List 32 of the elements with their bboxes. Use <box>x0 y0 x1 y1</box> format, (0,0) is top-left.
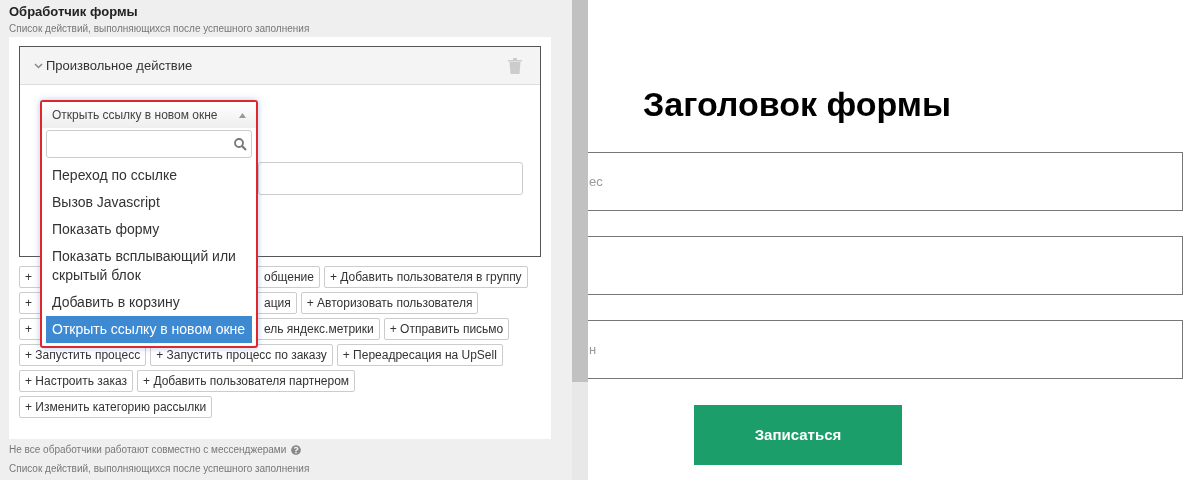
help-icon[interactable] <box>291 444 302 455</box>
action-title: Произвольное действие <box>46 56 193 75</box>
scrollbar-thumb[interactable] <box>572 0 588 382</box>
dropdown-option[interactable]: Открыть ссылку в новом окне <box>46 316 252 343</box>
form-input[interactable] <box>588 236 1183 295</box>
search-field[interactable] <box>46 130 252 158</box>
add-action-button[interactable]: + Авторизовать пользователя <box>300 292 479 314</box>
search-icon <box>234 137 247 151</box>
add-action-button[interactable]: + Переадресация на UpSell <box>336 344 503 366</box>
chevron-icon[interactable] <box>34 62 43 69</box>
add-action-button[interactable]: + Настроить заказ <box>19 370 134 392</box>
form-input[interactable]: н <box>588 320 1183 379</box>
form-heading: Заголовок формы <box>643 84 953 125</box>
dropdown-option[interactable]: Добавить в корзину <box>46 289 252 316</box>
add-action-button[interactable]: + Отправить письмо <box>383 318 510 340</box>
footer-text: Список действий, выполняющихся после успешного заполнения <box>9 462 311 476</box>
form-input[interactable]: ес <box>588 152 1183 211</box>
panel-subtitle: Список действий, выполняющихся после успешного заполнения <box>9 22 311 36</box>
dropdown-option[interactable]: Переход по ссылке <box>46 162 252 189</box>
add-action-button[interactable]: + Изменить категорию рассылки <box>19 396 213 418</box>
dropdown-select[interactable]: Открыть ссылку в новом окне <box>42 102 256 128</box>
dropdown-option[interactable]: Вызов Javascript <box>46 189 252 216</box>
dropdown-option[interactable]: Показать всплывающий или скрытый блок <box>46 243 252 289</box>
note-text: Не все обработчики работают совместно с мессенджерами <box>9 443 287 457</box>
add-action-button[interactable]: + Добавить пользователя в группу <box>323 266 528 288</box>
panel-title: Обработчик формы <box>9 4 139 20</box>
dropdown-option[interactable]: Показать форму <box>46 216 252 243</box>
scrollbar[interactable] <box>572 0 588 480</box>
input-field[interactable] <box>258 162 523 195</box>
caret-icon <box>239 112 246 118</box>
trash-icon[interactable] <box>508 57 522 74</box>
add-action-button[interactable]: + Добавить пользователя партнером <box>137 370 356 392</box>
